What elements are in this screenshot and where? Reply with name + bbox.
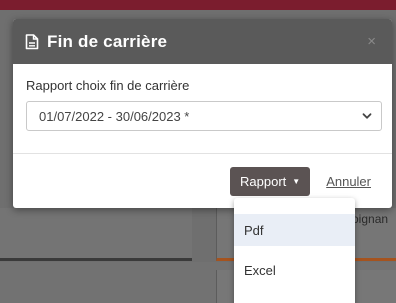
- caret-down-icon: ▼: [292, 176, 301, 186]
- annuler-link[interactable]: Annuler: [326, 174, 371, 189]
- modal-body: Rapport choix fin de carrière 01/07/2022…: [13, 64, 392, 154]
- modal-title: Fin de carrière: [47, 31, 168, 51]
- rapport-dropdown-menu: Pdf Excel: [234, 198, 355, 303]
- dropdown-item-pdf[interactable]: Pdf: [234, 214, 355, 246]
- period-select-value: 01/07/2022 - 30/06/2023 *: [39, 108, 190, 124]
- rapport-dropdown-button[interactable]: Rapport ▼: [230, 166, 311, 196]
- dropdown-item-excel[interactable]: Excel: [234, 254, 355, 286]
- period-select[interactable]: 01/07/2022 - 30/06/2023 *: [26, 101, 382, 131]
- fin-de-carriere-modal: Fin de carrière × Rapport choix fin de c…: [13, 19, 392, 208]
- background-partial-text: oignan: [352, 212, 389, 226]
- app-top-bar: [0, 0, 396, 10]
- chevron-down-icon: [362, 113, 372, 119]
- background-card: [0, 208, 192, 261]
- modal-header: Fin de carrière ×: [13, 19, 392, 64]
- rapport-choice-label: Rapport choix fin de carrière: [26, 78, 190, 93]
- close-icon[interactable]: ×: [363, 31, 380, 52]
- document-icon: [25, 33, 39, 49]
- rapport-button-label: Rapport: [240, 173, 287, 189]
